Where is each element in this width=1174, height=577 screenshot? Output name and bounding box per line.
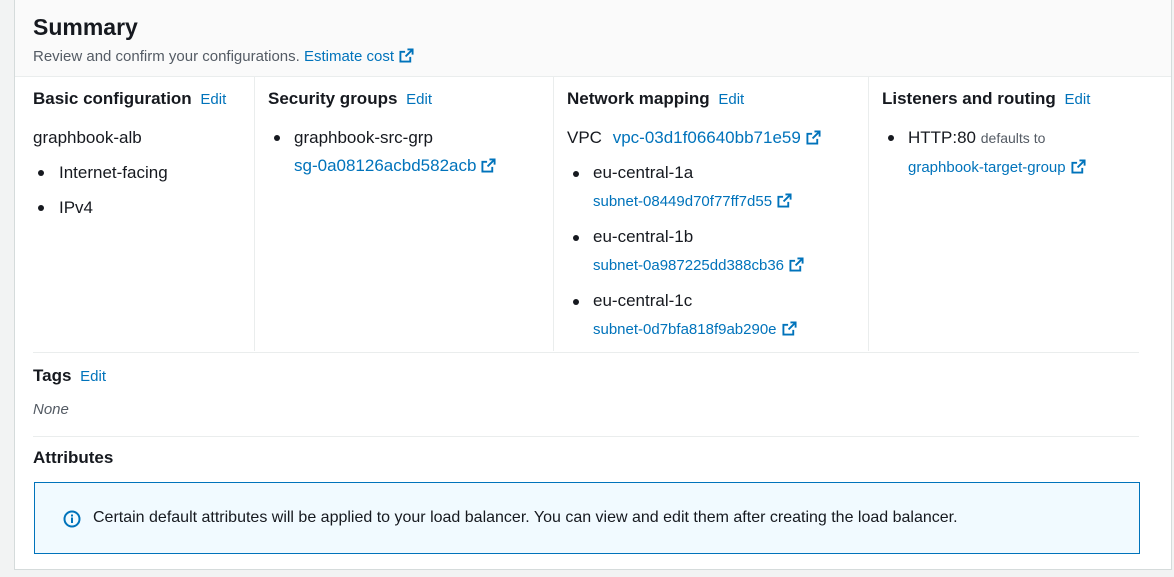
network-mapping-section: Network mapping Edit VPC vpc-03d1f06640b… [553,77,868,351]
bullet [573,171,579,177]
external-link-icon [777,193,792,208]
listener-defaults-to: defaults to [980,130,1046,146]
edit-basic-configuration-link[interactable]: Edit [200,91,226,108]
divider [33,436,1139,437]
bullet [573,235,579,241]
bullet [888,135,894,141]
security-group-id-link[interactable]: sg-0a08126acbd582acb [294,156,496,176]
summary-subtitle-text: Review and confirm your configurations. [33,48,300,65]
listeners-routing-section: Listeners and routing Edit HTTP:80 defau… [868,77,1158,351]
subnet-id: subnet-0d7bfa818f9ab290e [593,321,777,338]
target-group-link[interactable]: graphbook-target-group [908,159,1086,176]
ip-address-type-value: IPv4 [59,198,94,217]
summary-title: Summary [33,14,138,40]
availability-zone: eu-central-1b [593,227,694,246]
summary-subtitle: Review and confirm your configurations. … [33,48,414,65]
external-link-icon [781,321,797,336]
summary-panel: Summary Review and confirm your configur… [14,0,1172,570]
network-mapping-title: Network mapping [567,89,710,108]
listeners-routing-title: Listeners and routing [882,89,1056,108]
availability-zone: eu-central-1a [593,163,694,182]
bullet [274,135,280,141]
estimate-cost-link[interactable]: Estimate cost [304,48,414,65]
external-link-icon [789,257,804,272]
edit-network-mapping-link[interactable]: Edit [718,91,744,108]
security-group-id: sg-0a08126acbd582acb [294,156,477,175]
basic-configuration-title: Basic configuration [33,89,192,108]
subnet-id: subnet-08449d70f77ff7d55 [593,193,773,210]
listener-row: HTTP:80 defaults to [908,128,1045,148]
target-group-name: graphbook-target-group [908,159,1066,176]
summary-header: Summary Review and confirm your configur… [15,0,1171,77]
attributes-heading: Attributes [33,448,114,467]
external-link-icon [806,130,821,145]
vpc-row: VPC vpc-03d1f06640bb71e59 [567,128,821,148]
subnet-link[interactable]: subnet-0d7bfa818f9ab290e [593,321,797,338]
tags-value: None [33,401,69,418]
network-mapping-heading: Network mapping Edit [567,89,744,109]
subnet-link[interactable]: subnet-08449d70f77ff7d55 [593,193,792,210]
listener-protocol: HTTP:80 [908,128,977,147]
external-link-icon [481,158,496,173]
divider [33,352,1139,353]
security-group-name: graphbook-src-grp [294,128,433,147]
tags-title: Tags [33,366,72,385]
edit-security-groups-link[interactable]: Edit [406,91,432,108]
attributes-info-alert: Certain default attributes will be appli… [34,482,1140,554]
attributes-info-text: Certain default attributes will be appli… [93,509,958,526]
edit-listeners-routing-link[interactable]: Edit [1065,91,1091,108]
vpc-label: VPC [567,128,602,147]
basic-configuration-section: Basic configuration Edit graphbook-alb I… [15,77,254,351]
external-link-icon [1071,159,1086,174]
availability-zone: eu-central-1c [593,291,693,310]
vpc-id-link[interactable]: vpc-03d1f06640bb71e59 [613,128,821,147]
vpc-id: vpc-03d1f06640bb71e59 [612,128,801,147]
edit-tags-link[interactable]: Edit [80,368,106,385]
security-groups-heading: Security groups Edit [268,89,432,109]
bullet [38,170,44,176]
tags-heading: Tags Edit [33,366,106,386]
estimate-cost-label: Estimate cost [303,48,394,65]
listeners-routing-heading: Listeners and routing Edit [882,89,1090,109]
bullet [38,205,44,211]
security-groups-section: Security groups Edit graphbook-src-grp s… [254,77,553,351]
security-groups-title: Security groups [268,89,398,108]
bullet [573,299,579,305]
info-icon [63,510,81,528]
subnet-id: subnet-0a987225dd388cb36 [593,257,785,274]
subnet-link[interactable]: subnet-0a987225dd388cb36 [593,257,804,274]
external-link-icon [399,48,414,63]
load-balancer-name: graphbook-alb [33,128,142,147]
basic-configuration-heading: Basic configuration Edit [33,89,226,109]
scheme-value: Internet-facing [59,163,168,182]
